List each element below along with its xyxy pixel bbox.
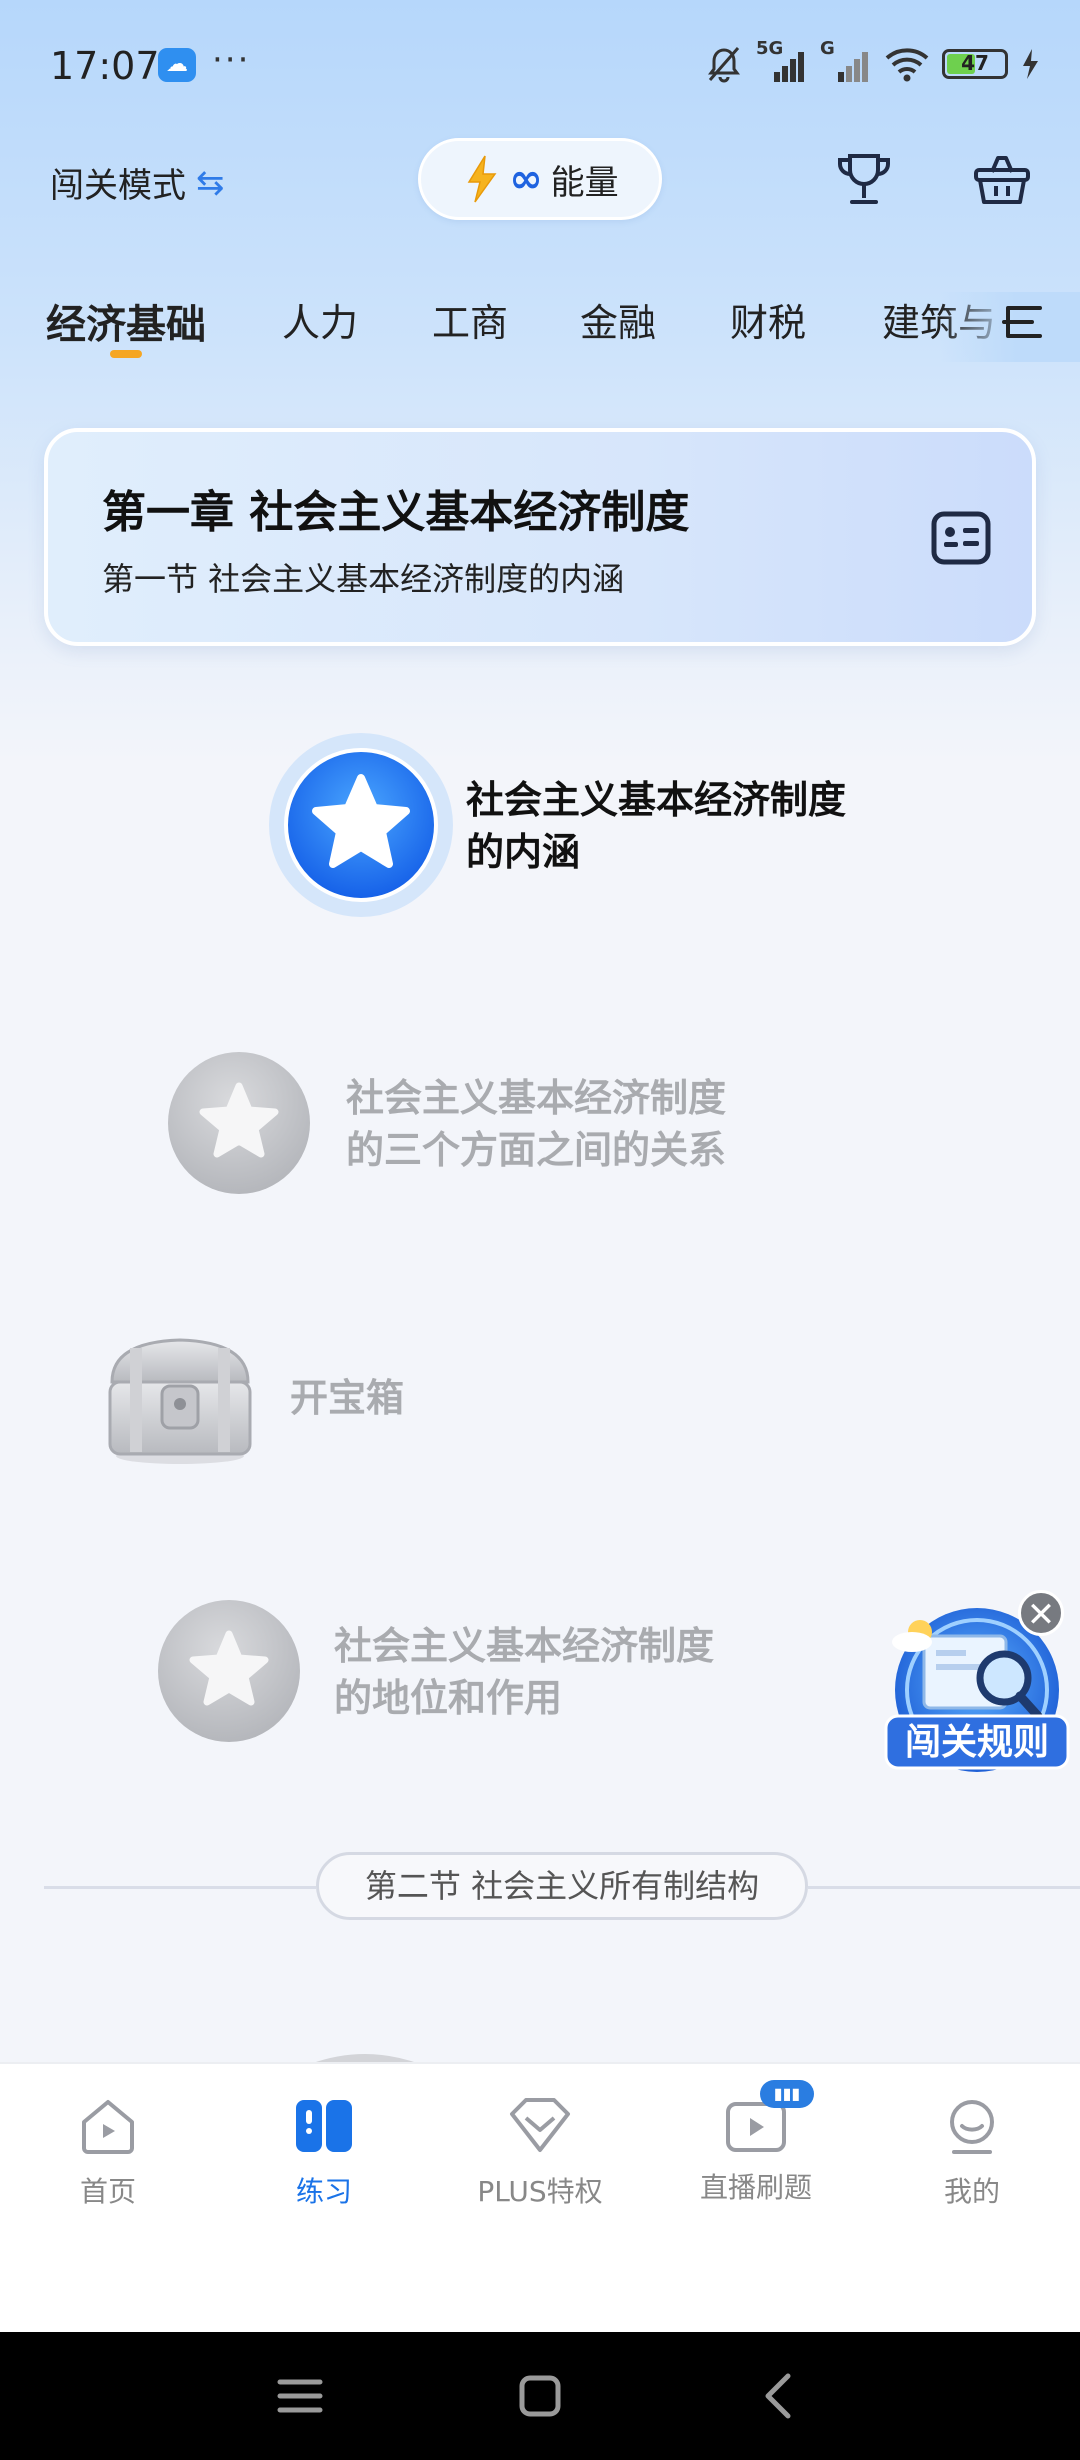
chapter-subtitle: 第一节 社会主义基本经济制度的内涵 <box>102 560 625 598</box>
node2-label[interactable]: 社会主义基本经济制度 的三个方面之间的关系 <box>346 1072 726 1176</box>
tabs-menu-icon[interactable] <box>1000 302 1044 342</box>
live-badge: ▮▮▮ <box>760 2080 814 2108</box>
menu-icon[interactable] <box>270 2366 330 2426</box>
status-time: 17:07 <box>50 44 160 88</box>
swap-icon: ⇆ <box>196 162 225 203</box>
nav-live[interactable]: ▮▮▮ 直播刷题 <box>656 2080 856 2206</box>
divider-left <box>44 1886 316 1889</box>
home-icon <box>82 2100 134 2154</box>
outline-card-icon[interactable] <box>930 510 992 566</box>
locked-star-node[interactable] <box>156 1598 302 1744</box>
node2-line1: 社会主义基本经济制度 <box>346 1076 727 1120</box>
energy-pill[interactable]: ∞ 能量 <box>418 138 662 220</box>
open-chest-label[interactable]: 开宝箱 <box>290 1372 404 1424</box>
node1-line2: 的内涵 <box>466 830 581 874</box>
signal-g-icon: G <box>820 38 872 84</box>
system-icons: 5G G 47 <box>704 38 1040 84</box>
chapter-title: 第一章 社会主义基本经济制度 <box>102 487 690 538</box>
infinity-icon: ∞ <box>509 156 543 202</box>
nav-practice-label: 练习 <box>295 2175 352 2208</box>
practice-icon <box>296 2100 352 2152</box>
category-tabs: 经济基础 人力 工商 金融 财税 建筑与 <box>0 292 1080 362</box>
tab-commerce[interactable]: 工商 <box>432 292 508 347</box>
nav-plus-label: PLUS特权 <box>477 2175 603 2208</box>
node3-line1: 社会主义基本经济制度 <box>334 1624 715 1668</box>
cloud-app-icon: ☁ <box>158 48 196 82</box>
mute-bell-icon <box>708 47 740 83</box>
lightning-icon <box>467 155 497 203</box>
energy-label: 能量 <box>550 162 619 203</box>
treasure-chest-icon[interactable] <box>100 1328 260 1468</box>
tab-economics[interactable]: 经济基础 <box>46 292 206 350</box>
mode-label: 闯关模式 <box>50 166 186 206</box>
charging-icon <box>1023 49 1038 79</box>
tab-tax[interactable]: 财税 <box>730 292 806 347</box>
tab-indicator <box>110 350 142 358</box>
nav-live-label: 直播刷题 <box>699 2171 812 2204</box>
diamond-icon <box>510 2098 570 2152</box>
nav-me-label: 我的 <box>943 2175 1000 2208</box>
node2-line2: 的三个方面之间的关系 <box>346 1128 727 1172</box>
nav-home[interactable]: 首页 <box>8 2094 208 2210</box>
nav-practice[interactable]: 练习 <box>224 2094 424 2210</box>
system-nav-bar <box>0 2332 1080 2460</box>
battery-level: 47 <box>961 51 989 75</box>
nav-plus[interactable]: PLUS特权 <box>440 2094 640 2210</box>
nav-me[interactable]: 我的 <box>872 2094 1072 2210</box>
node1-line1: 社会主义基本经济制度 <box>466 778 847 822</box>
node3-line2: 的地位和作用 <box>334 1676 563 1720</box>
rules-close-button[interactable]: ✕ <box>1018 1590 1064 1636</box>
signal-5g-icon: 5G <box>756 38 808 84</box>
wifi-icon <box>885 48 929 82</box>
nav-home-label: 首页 <box>79 2175 136 2208</box>
back-icon[interactable] <box>750 2366 810 2426</box>
mode-switch[interactable]: 闯关模式 ⇆ <box>50 158 225 207</box>
node3-label[interactable]: 社会主义基本经济制度 的地位和作用 <box>334 1620 714 1724</box>
bottom-nav: 首页 练习 PLUS特权 ▮▮▮ 直播刷题 我的 <box>0 2062 1080 2334</box>
tab-hr[interactable]: 人力 <box>282 292 358 347</box>
basket-icon[interactable] <box>970 148 1034 212</box>
status-bar: 17:07 ☁ ··· 5G G 47 <box>0 0 1080 130</box>
locked-star-node[interactable] <box>166 1050 312 1196</box>
battery-icon: 47 <box>942 49 1008 79</box>
profile-icon <box>950 2100 994 2154</box>
rules-label: 闯关规则 <box>905 1722 1049 1763</box>
trophy-icon[interactable] <box>832 148 896 212</box>
home-square-icon[interactable] <box>510 2366 570 2426</box>
more-notifications-icon: ··· <box>212 40 251 80</box>
node1-label[interactable]: 社会主义基本经济制度 的内涵 <box>466 774 846 878</box>
tab-finance[interactable]: 金融 <box>580 292 656 347</box>
chapter-card[interactable]: 第一章 社会主义基本经济制度 第一节 社会主义基本经济制度的内涵 <box>44 428 1036 646</box>
divider-right <box>808 1886 1080 1889</box>
active-star-node[interactable] <box>266 730 456 920</box>
section2-pill[interactable]: 第二节 社会主义所有制结构 <box>316 1852 808 1920</box>
